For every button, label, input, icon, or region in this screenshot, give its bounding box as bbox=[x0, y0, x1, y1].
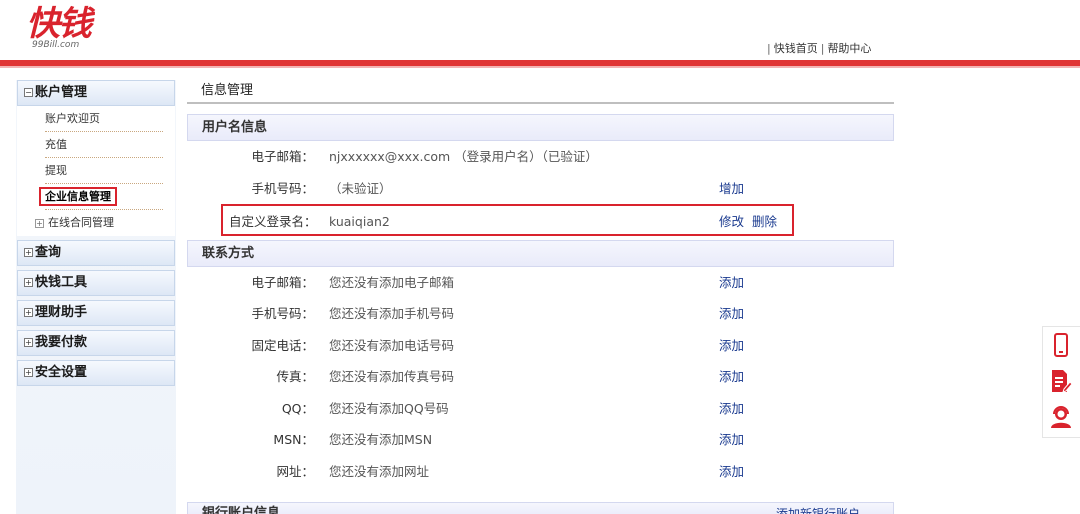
expand-icon: + bbox=[24, 368, 33, 377]
row-value: 您还没有添加QQ号码 bbox=[329, 400, 449, 416]
logo[interactable]: 快钱 99Bill.com bbox=[26, 4, 118, 52]
header: 快钱 99Bill.com | 快钱首页 | 帮助中心 bbox=[0, 0, 1080, 60]
row-value: kuaiqian2 bbox=[329, 214, 390, 229]
floating-toolbar bbox=[1042, 326, 1080, 438]
sidebar-item-online-contract[interactable]: + 在线合同管理 bbox=[35, 210, 163, 236]
row-label: 传真： bbox=[276, 369, 314, 384]
row-value: （未验证） bbox=[329, 180, 392, 196]
row-label: 网址： bbox=[276, 463, 314, 479]
add-mobile-contact-link[interactable]: 添加 bbox=[719, 298, 744, 329]
row-label: 固定电话： bbox=[251, 337, 314, 353]
row-label: 手机号码： bbox=[251, 306, 314, 321]
row-label: 手机号码： bbox=[251, 180, 314, 196]
sidebar-section-payment[interactable]: + 我要付款 bbox=[17, 330, 175, 356]
row-label: 自定义登录名： bbox=[229, 214, 317, 229]
row-value: njxxxxxx@xxx.com （登录用户名）（已验证） bbox=[329, 149, 598, 164]
row-label: 电子邮箱： bbox=[251, 274, 314, 290]
sidebar-section-security[interactable]: + 安全设置 bbox=[17, 360, 175, 386]
add-bank-account-link[interactable]: 添加新银行账户 bbox=[776, 503, 860, 514]
sidebar-section-tools[interactable]: + 快钱工具 bbox=[17, 270, 175, 296]
top-links: | 快钱首页 | 帮助中心 bbox=[767, 42, 872, 55]
section-title: 银行账户信息 bbox=[202, 506, 281, 514]
sidebar-section-account[interactable]: − 账户管理 bbox=[17, 80, 175, 106]
contact-row-phone: 固定电话： 您还没有添加电话号码 添加 bbox=[187, 330, 894, 362]
section-username-info: 用户名信息 bbox=[187, 114, 894, 141]
row-label: MSN： bbox=[273, 432, 314, 447]
contact-row-qq: QQ： 您还没有添加QQ号码 添加 bbox=[187, 393, 894, 425]
add-website-link[interactable]: 添加 bbox=[719, 456, 744, 487]
row-value: 您还没有添加手机号码 bbox=[329, 306, 455, 321]
link-home[interactable]: 快钱首页 bbox=[774, 42, 818, 55]
row-value: 您还没有添加电话号码 bbox=[329, 337, 455, 353]
username-row-email: 电子邮箱： njxxxxxx@xxx.com （登录用户名）（已验证） bbox=[187, 141, 894, 173]
main-content: 信息管理 用户名信息 电子邮箱： njxxxxxx@xxx.com （登录用户名… bbox=[187, 80, 894, 487]
contact-row-fax: 传真： 您还没有添加传真号码 添加 bbox=[187, 361, 894, 393]
username-row-custom-login: 自定义登录名： kuaiqian2 修改 删除 bbox=[221, 204, 794, 236]
section-contact: 联系方式 bbox=[187, 239, 894, 267]
sidebar-account-submenu: 账户欢迎页 充值 提现 企业信息管理 + 在线合同管理 bbox=[17, 106, 175, 236]
section-bank-account: 银行账户信息 添加新银行账户 bbox=[187, 502, 894, 514]
add-mobile-link[interactable]: 增加 bbox=[719, 173, 744, 204]
expand-icon: + bbox=[24, 338, 33, 347]
logo-text: 快钱 bbox=[26, 4, 92, 44]
row-value: 您还没有添加MSN bbox=[329, 432, 433, 447]
expand-icon: + bbox=[24, 278, 33, 287]
sidebar-item-enterprise-info[interactable]: 企业信息管理 bbox=[39, 184, 163, 210]
edit-login-link[interactable]: 修改 bbox=[719, 206, 744, 237]
contact-row-email: 电子邮箱： 您还没有添加电子邮箱 添加 bbox=[187, 267, 894, 299]
row-label: QQ： bbox=[281, 400, 314, 416]
sidebar-section-finance[interactable]: + 理财助手 bbox=[17, 300, 175, 326]
expand-icon: + bbox=[35, 219, 44, 228]
logo-subtext: 99Bill.com bbox=[32, 40, 80, 50]
sidebar-section-query[interactable]: + 查询 bbox=[17, 240, 175, 266]
add-qq-link[interactable]: 添加 bbox=[719, 393, 744, 424]
row-value: 您还没有添加网址 bbox=[329, 463, 430, 479]
contact-row-website: 网址： 您还没有添加网址 添加 bbox=[187, 456, 894, 488]
phone-icon[interactable] bbox=[1043, 327, 1079, 363]
sidebar-item-welcome[interactable]: 账户欢迎页 bbox=[45, 106, 163, 132]
page-title: 信息管理 bbox=[187, 80, 894, 104]
contact-row-msn: MSN： 您还没有添加MSN 添加 bbox=[187, 424, 894, 456]
add-msn-link[interactable]: 添加 bbox=[719, 424, 744, 455]
row-value: 您还没有添加传真号码 bbox=[329, 369, 455, 384]
username-row-mobile: 手机号码： （未验证） 增加 bbox=[187, 173, 894, 205]
row-label: 电子邮箱： bbox=[251, 149, 314, 164]
expand-icon: + bbox=[24, 248, 33, 257]
add-email-link[interactable]: 添加 bbox=[719, 267, 744, 298]
delete-login-link[interactable]: 删除 bbox=[752, 206, 777, 237]
collapse-icon: − bbox=[24, 88, 33, 97]
document-edit-icon[interactable] bbox=[1043, 363, 1079, 399]
sidebar-item-recharge[interactable]: 充值 bbox=[45, 132, 163, 158]
expand-icon: + bbox=[24, 308, 33, 317]
customer-service-icon[interactable] bbox=[1043, 399, 1079, 435]
sidebar: − 账户管理 账户欢迎页 充值 提现 企业信息管理 + 在线合同管理 + 查询 + 快钱… bbox=[16, 80, 176, 514]
sidebar-item-withdraw[interactable]: 提现 bbox=[45, 158, 163, 184]
add-fax-link[interactable]: 添加 bbox=[719, 361, 744, 392]
link-help-center[interactable]: 帮助中心 bbox=[827, 42, 871, 55]
row-value: 您还没有添加电子邮箱 bbox=[329, 274, 455, 290]
add-phone-link[interactable]: 添加 bbox=[719, 330, 744, 361]
header-red-bar-shadow bbox=[0, 66, 1080, 68]
contact-row-mobile: 手机号码： 您还没有添加手机号码 添加 bbox=[187, 298, 894, 330]
